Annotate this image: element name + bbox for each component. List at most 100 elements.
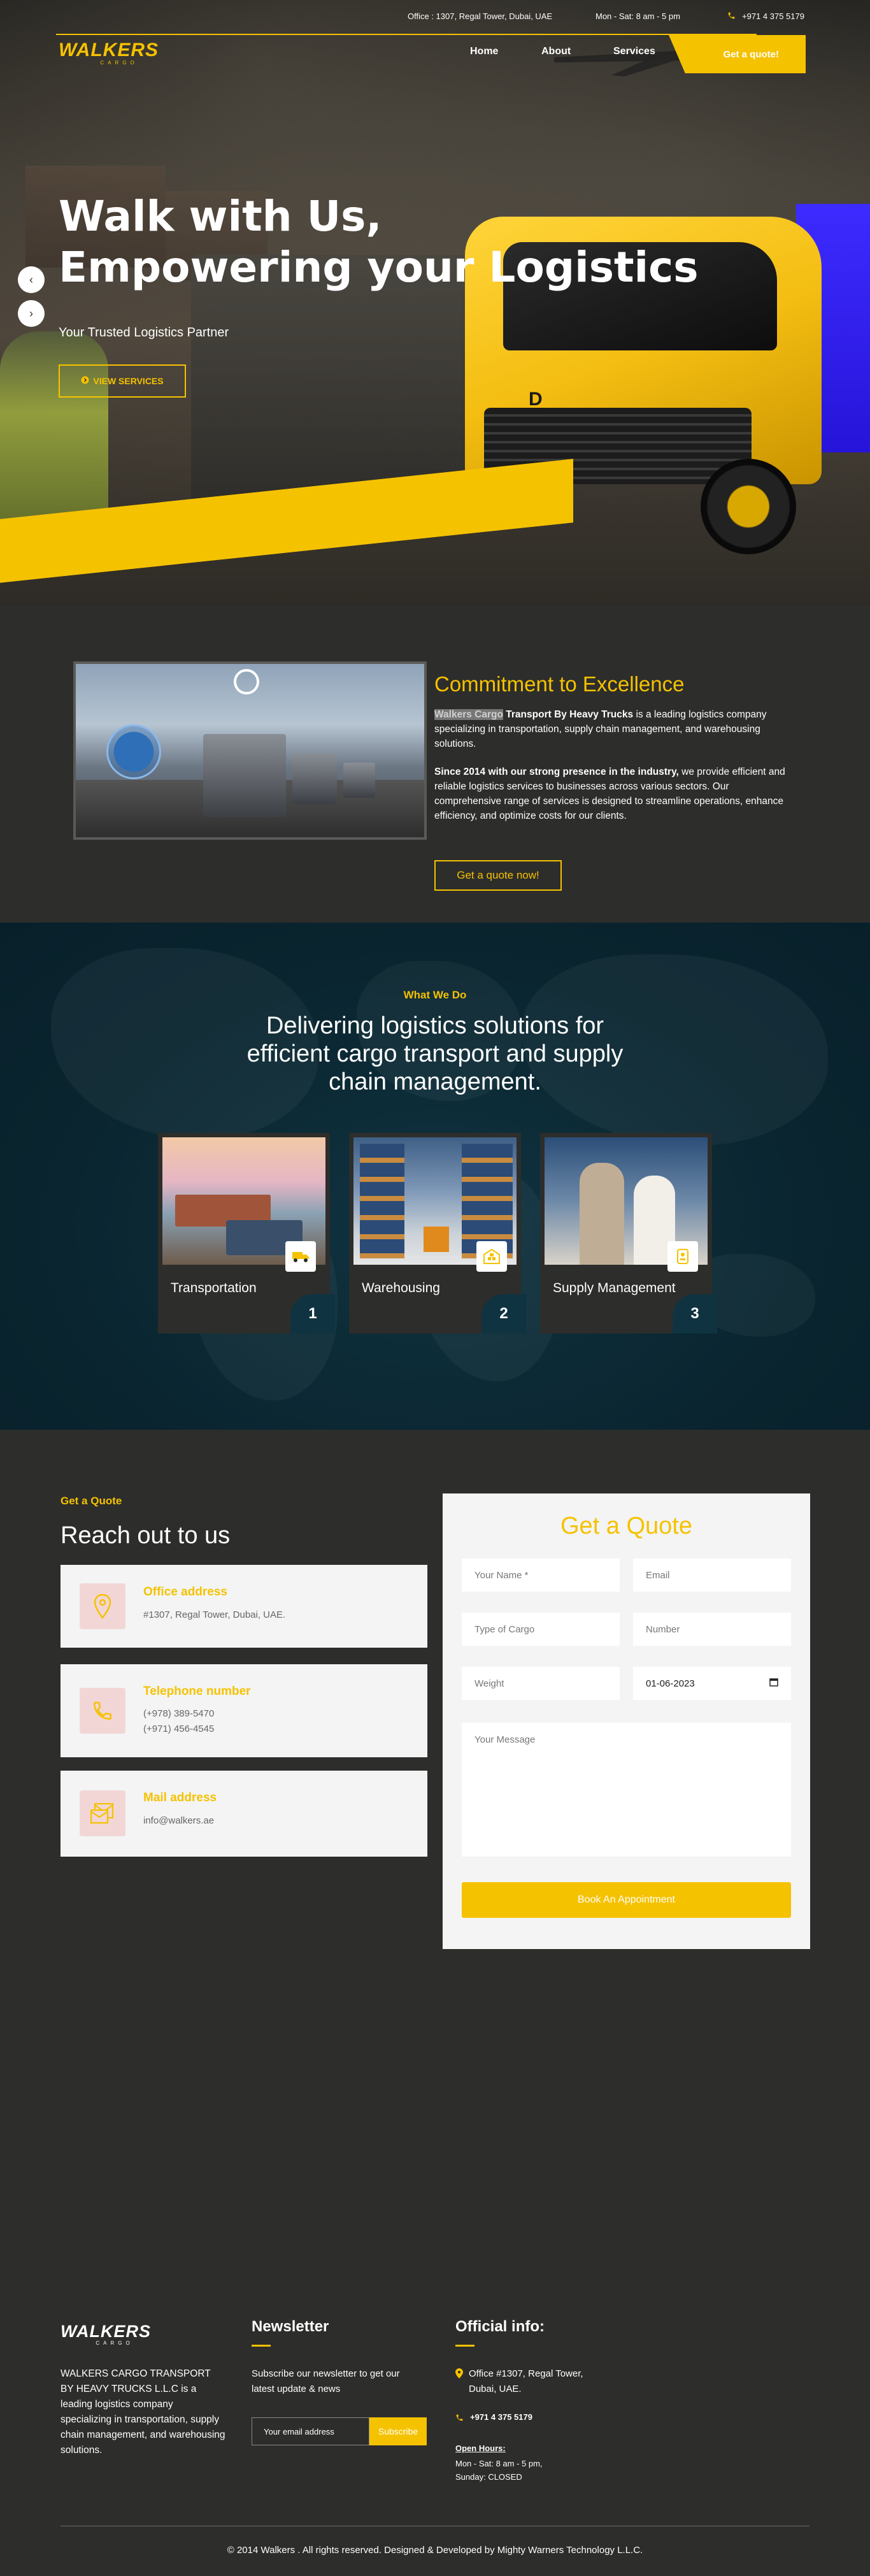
hero-section: D Office : 1307, Regal Tower, Dubai, UAE…: [0, 0, 870, 605]
slider-prev-button[interactable]: ‹: [18, 266, 45, 293]
subscribe-button[interactable]: Subscribe: [369, 2417, 427, 2445]
chevron-left-icon: ‹: [29, 273, 33, 286]
telephone-line-1[interactable]: (+978) 389-5470: [143, 1706, 214, 1722]
services-title: Delivering logistics solutions for effic…: [246, 1012, 624, 1095]
truck-image: [292, 753, 337, 804]
message-field[interactable]: Your Message: [462, 1723, 791, 1857]
calendar-icon[interactable]: [769, 1678, 778, 1689]
footer-logo[interactable]: WALKERS CARGO: [61, 2322, 169, 2346]
service-number: 1: [290, 1294, 335, 1334]
phone-icon: [455, 2414, 464, 2425]
copyright-text: © 2014 Walkers . All rights reserved. De…: [227, 2545, 643, 2556]
slider-next-button[interactable]: ›: [18, 300, 45, 327]
service-name: Transportation: [171, 1281, 257, 1295]
topbar-divider: [56, 34, 757, 35]
topbar-address: Office : 1307, Regal Tower, Dubai, UAE: [408, 11, 553, 21]
mail-heading: Mail address: [143, 1791, 217, 1804]
email-field[interactable]: Email: [633, 1558, 791, 1592]
truck-icon: [285, 1241, 316, 1272]
nav-home[interactable]: Home: [470, 46, 498, 57]
contact-label: Get a Quote: [61, 1495, 122, 1507]
mail-icon: [80, 1790, 125, 1836]
circle-arrow-icon: [81, 376, 89, 386]
brand-logo[interactable]: WALKERS CARGO: [59, 40, 180, 66]
view-services-button[interactable]: VIEW SERVICES: [59, 364, 186, 398]
newsletter-email-input[interactable]: Your email address: [252, 2417, 369, 2445]
logo-text: WALKERS: [59, 40, 159, 61]
office-address-card: Office address #1307, Regal Tower, Dubai…: [61, 1565, 427, 1648]
heading-underline: [455, 2345, 474, 2347]
commitment-section: Commitment to Excellence Walkers Cargo T…: [0, 605, 870, 923]
service-number: 3: [673, 1294, 717, 1334]
warehouse-icon: [476, 1241, 507, 1272]
footer-about: WALKERS CARGO TRANSPORT BY HEAVY TRUCKS …: [61, 2368, 225, 2456]
phone-icon: [727, 11, 736, 22]
service-card-warehousing[interactable]: Warehousing 2: [349, 1133, 526, 1334]
telephone-heading: Telephone number: [143, 1685, 251, 1698]
phone-icon: [80, 1688, 125, 1734]
office-heading: Office address: [143, 1585, 227, 1599]
nav-services[interactable]: Services: [613, 46, 655, 57]
official-info-heading: Official info:: [455, 2318, 545, 2335]
name-field[interactable]: Your Name *: [462, 1558, 620, 1592]
service-number: 2: [481, 1294, 526, 1334]
date-field[interactable]: 01-06-2023: [633, 1667, 791, 1700]
footer-phone-link[interactable]: +971 4 375 5179: [470, 2410, 532, 2425]
commitment-title: Commitment to Excellence: [434, 672, 685, 696]
trucks-highway-image: [73, 661, 427, 840]
logo-text: WALKERS: [61, 2322, 151, 2341]
open-hours-weekdays: Mon - Sat: 8 am - 5 pm,: [455, 2459, 543, 2468]
contact-section: Get a Quote Reach out to us Office addre…: [0, 1430, 870, 2296]
hero-title: Walk with Us, Empowering your Logistics: [59, 191, 699, 293]
open-hours-sunday: Sunday: CLOSED: [455, 2472, 522, 2482]
nav-about[interactable]: About: [541, 46, 571, 57]
services-label: What We Do: [403, 989, 467, 1001]
telephone-card: Telephone number (+978) 389-5470 (+971) …: [61, 1664, 427, 1757]
hero-subtitle: Your Trusted Logistics Partner: [59, 326, 229, 340]
topbar-phone-link[interactable]: +971 4 375 5179: [742, 11, 804, 21]
truck-image: [203, 734, 286, 817]
location-pin-icon: [106, 724, 161, 779]
get-quote-button[interactable]: Get a quote!: [669, 35, 806, 73]
commitment-paragraph-2: Since 2014 with our strong presence in t…: [434, 765, 797, 823]
quote-form: Get a Quote Your Name * Email Type of Ca…: [443, 1493, 810, 1949]
open-hours-label: Open Hours:: [455, 2443, 506, 2453]
target-icon: [234, 669, 259, 694]
heading-underline: [252, 2345, 271, 2347]
get-quote-now-button[interactable]: Get a quote now!: [434, 860, 562, 891]
weight-field[interactable]: Weight: [462, 1667, 620, 1700]
truck-badge: D: [529, 389, 543, 410]
office-text: #1307, Regal Tower, Dubai, UAE.: [143, 1609, 286, 1620]
service-name: Warehousing: [362, 1281, 440, 1295]
topbar-hours: Mon - Sat: 8 am - 5 pm: [595, 11, 680, 21]
truck-wheel: [701, 459, 796, 554]
commitment-paragraph-1: Walkers Cargo Transport By Heavy Trucks …: [434, 707, 797, 751]
quote-form-title: Get a Quote: [560, 1513, 692, 1539]
bold-phrase: Transport By Heavy Trucks: [503, 709, 634, 720]
location-pin-icon: [455, 2368, 463, 2382]
date-value: 01-06-2023: [646, 1678, 695, 1689]
location-pin-icon: [80, 1583, 125, 1629]
service-card-transportation[interactable]: Transportation 1: [158, 1133, 335, 1334]
bold-phrase: Since 2014 with our strong presence in t…: [434, 766, 679, 777]
newsletter-heading: Newsletter: [252, 2318, 329, 2335]
mail-text[interactable]: info@walkers.ae: [143, 1813, 214, 1829]
contact-title: Reach out to us: [61, 1522, 231, 1549]
footer: WALKERS CARGO WALKERS CARGO TRANSPORT BY…: [0, 2296, 870, 2576]
hero-title-line2: Empowering your Logistics: [59, 243, 699, 292]
newsletter-text: Subscribe our newsletter to get our late…: [252, 2368, 400, 2394]
cargo-type-field[interactable]: Type of Cargo: [462, 1613, 620, 1646]
telephone-line-2[interactable]: (+971) 456-4545: [143, 1722, 214, 1737]
mail-card: Mail address info@walkers.ae: [61, 1771, 427, 1857]
footer-address: Office #1307, Regal Tower, Dubai, UAE.: [469, 2368, 583, 2394]
top-bar: Office : 1307, Regal Tower, Dubai, UAE M…: [0, 0, 870, 33]
service-name: Supply Management: [553, 1281, 676, 1295]
service-card-supply-management[interactable]: Supply Management 3: [540, 1133, 717, 1334]
book-appointment-button[interactable]: Book An Appointment: [462, 1882, 791, 1918]
truck-image: [343, 763, 375, 798]
worker-image: [0, 331, 108, 535]
highlighted-brand: Walkers Cargo: [434, 709, 503, 720]
view-services-label: VIEW SERVICES: [93, 376, 164, 386]
services-section: What We Do Delivering logistics solution…: [0, 923, 870, 1430]
number-field[interactable]: Number: [633, 1613, 791, 1646]
